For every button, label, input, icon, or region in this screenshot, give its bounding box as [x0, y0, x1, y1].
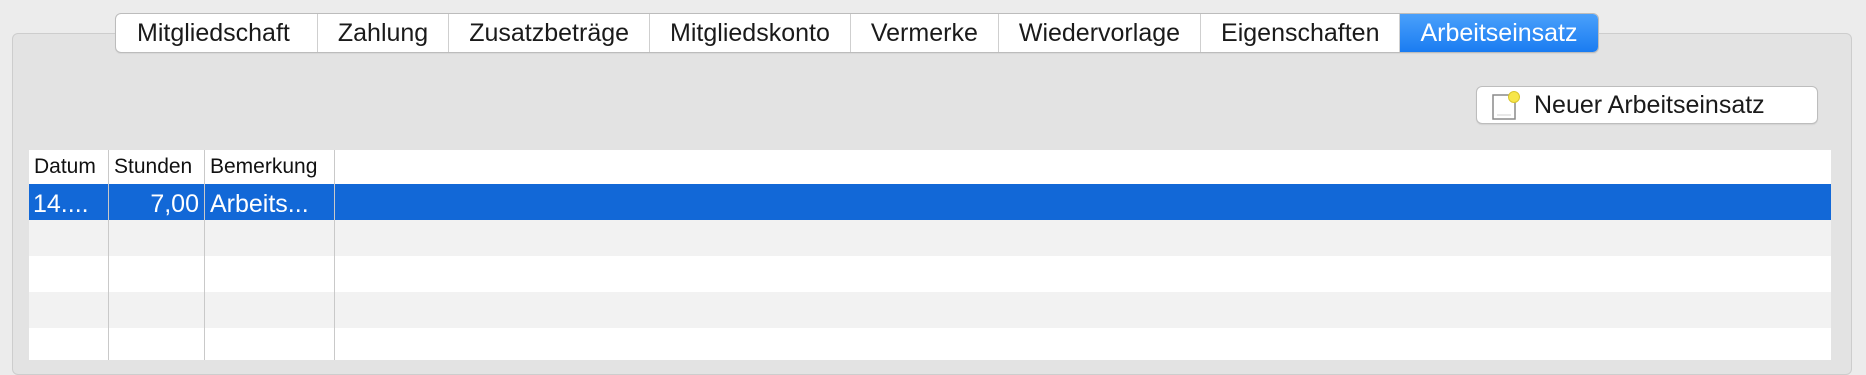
column-divider: [204, 150, 205, 360]
empty-row: [29, 292, 1831, 328]
column-divider: [108, 150, 109, 360]
column-header-datum[interactable]: Datum: [29, 150, 109, 184]
tab-mitgliedschaft[interactable]: Mitgliedschaft: [116, 14, 318, 52]
empty-row: [29, 220, 1831, 256]
arbeitseinsatz-table: Datum Stunden Bemerkung 14.... 7,00 Arbe…: [29, 150, 1831, 360]
cell-bemerkung: Arbeits...: [210, 190, 309, 218]
new-arbeitseinsatz-button[interactable]: Neuer Arbeitseinsatz: [1476, 86, 1818, 124]
table-row[interactable]: 14.... 7,00 Arbeits...: [29, 184, 1831, 220]
tab-eigenschaften[interactable]: Eigenschaften: [1201, 14, 1401, 52]
column-divider: [334, 150, 335, 360]
cell-datum: 14....: [33, 190, 89, 218]
empty-row: [29, 328, 1831, 360]
column-header-bemerkung[interactable]: Bemerkung: [205, 150, 335, 184]
tab-wiedervorlage[interactable]: Wiedervorlage: [999, 14, 1202, 52]
cell-stunden: 7,00: [150, 190, 199, 218]
empty-row: [29, 256, 1831, 292]
new-document-icon: [1490, 89, 1522, 121]
new-button-label: Neuer Arbeitseinsatz: [1534, 90, 1765, 119]
tab-bar: Mitgliedschaft Zahlung Zusatzbeträge Mit…: [115, 13, 1599, 53]
column-header-stunden[interactable]: Stunden: [109, 150, 205, 184]
tab-mitgliedskonto[interactable]: Mitgliedskonto: [650, 14, 851, 52]
tab-zusatzbetraege[interactable]: Zusatzbeträge: [449, 14, 651, 52]
tab-arbeitseinsatz[interactable]: Arbeitseinsatz: [1400, 14, 1598, 52]
tab-vermerke[interactable]: Vermerke: [851, 14, 999, 52]
tab-zahlung[interactable]: Zahlung: [318, 14, 450, 52]
table-header: Datum Stunden Bemerkung: [29, 150, 1831, 184]
